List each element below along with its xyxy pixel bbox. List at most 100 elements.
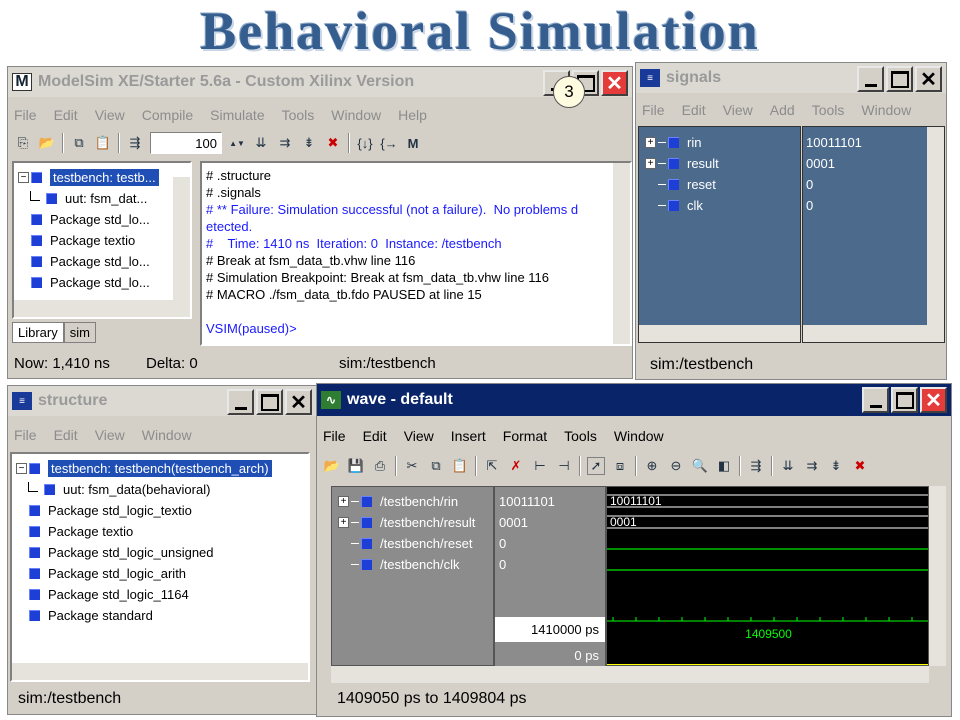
maximize-button[interactable] (256, 389, 283, 415)
menu-item-edit[interactable]: Edit (54, 107, 78, 123)
tab-library[interactable]: Library (12, 322, 64, 343)
run-length-icon[interactable]: ⇶ (747, 457, 765, 475)
wave-signal-row[interactable]: +/testbench/reset (338, 533, 493, 554)
tree-item[interactable]: Package std_logic_unsigned (16, 542, 308, 563)
signal-row[interactable]: + result (645, 153, 800, 174)
menu-item-compile[interactable]: Compile (142, 107, 193, 123)
structure-hscroll[interactable] (12, 663, 308, 680)
tree-item[interactable]: Package textio (16, 521, 308, 542)
signal-row[interactable]: +reset (645, 174, 800, 195)
wave-time-hscroll[interactable] (606, 666, 929, 683)
menu-item-format[interactable]: Format (503, 428, 547, 444)
close-button[interactable]: ✕ (601, 70, 628, 96)
collapse-icon[interactable]: − (16, 463, 27, 474)
close-button[interactable]: ✕ (915, 66, 942, 92)
signals-vscroll[interactable] (927, 127, 944, 325)
select-pointer-icon[interactable]: ➚ (587, 457, 605, 475)
menu-item-simulate[interactable]: Simulate (210, 107, 264, 123)
wave-signal-row[interactable]: + /testbench/rin (338, 491, 493, 512)
menu-item-view[interactable]: View (723, 102, 753, 118)
menu-item-edit[interactable]: Edit (363, 428, 387, 444)
cut-icon[interactable]: ✂ (403, 457, 421, 475)
menu-item-tools[interactable]: Tools (812, 102, 845, 118)
step-icon[interactable]: {↓} (356, 134, 374, 152)
break-icon[interactable]: ✖ (324, 134, 342, 152)
transcript-panel[interactable]: # .structure # .signals # ** Failure: Simu… (200, 161, 632, 346)
modelsim-titlebar[interactable]: M ModelSim XE/Starter 5.6a - Custom Xili… (8, 67, 632, 97)
run-all-icon[interactable]: ⇟ (827, 457, 845, 475)
menu-item-insert[interactable]: Insert (451, 428, 486, 444)
tree-item[interactable]: uut: fsm_data(behavioral) (16, 479, 308, 500)
prev-edge-icon[interactable]: ⊢ (531, 457, 549, 475)
tree-item[interactable]: Package std_lo... (18, 272, 190, 293)
expand-icon[interactable]: + (645, 158, 656, 169)
open-icon[interactable]: ⎘ (14, 134, 32, 152)
menu-item-window[interactable]: Window (331, 107, 381, 123)
menu-item-tools[interactable]: Tools (282, 107, 315, 123)
paste-icon[interactable]: 📋 (94, 134, 112, 152)
structure-titlebar[interactable]: ≡ structure ✕ (8, 386, 316, 416)
continue-icon[interactable]: ⇉ (276, 134, 294, 152)
transcript-vscroll[interactable] (613, 163, 630, 344)
tree-item[interactable]: − testbench: testb... (18, 167, 190, 188)
menu-item-edit[interactable]: Edit (682, 102, 706, 118)
wave-vscroll[interactable] (929, 486, 946, 666)
waveform-canvas[interactable]: 10011101 0001 1409500 (607, 487, 929, 666)
break-icon[interactable]: ✖ (851, 457, 869, 475)
tree-vscroll[interactable] (173, 177, 190, 300)
folder-icon[interactable]: 📂 (38, 134, 56, 152)
copy-icon[interactable]: ⧉ (70, 134, 88, 152)
copy-icon[interactable]: ⧉ (427, 457, 445, 475)
tree-item[interactable]: Package standard (16, 605, 308, 626)
menu-item-view[interactable]: View (95, 427, 125, 443)
add-cursor-icon[interactable]: ⇱ (483, 457, 501, 475)
menu-item-view[interactable]: View (404, 428, 434, 444)
menu-item-window[interactable]: Window (861, 102, 911, 118)
wave-titlebar[interactable]: ∿ wave - default ✕ (317, 384, 951, 416)
run-icon[interactable]: ⇊ (779, 457, 797, 475)
wave-signal-row[interactable]: +/testbench/clk (338, 554, 493, 575)
maximize-button[interactable] (886, 66, 913, 92)
run-all-icon[interactable]: ⇟ (300, 134, 318, 152)
menu-item-view[interactable]: View (95, 107, 125, 123)
signal-row[interactable]: + rin (645, 132, 800, 153)
zoom-out-icon[interactable]: ⊖ (667, 457, 685, 475)
step-over-icon[interactable]: {→ (380, 134, 398, 152)
tab-sim[interactable]: sim (63, 322, 96, 343)
run-length-icon[interactable]: ⇶ (126, 134, 144, 152)
menu-item-window[interactable]: Window (142, 427, 192, 443)
minimize-button[interactable] (857, 66, 884, 92)
expand-icon[interactable]: + (645, 137, 656, 148)
menu-item-tools[interactable]: Tools (564, 428, 597, 444)
save-icon[interactable]: 💾 (347, 457, 365, 475)
menu-item-file[interactable]: File (14, 107, 37, 123)
tree-item[interactable]: Package std_logic_arith (16, 563, 308, 584)
menu-item-file[interactable]: File (323, 428, 346, 444)
tree-item[interactable]: Package std_logic_1164 (16, 584, 308, 605)
menu-item-edit[interactable]: Edit (54, 427, 78, 443)
run-icon[interactable]: ⇊ (252, 134, 270, 152)
paste-icon[interactable]: 📋 (451, 457, 469, 475)
close-button[interactable]: ✕ (920, 387, 947, 413)
wave-signal-row[interactable]: + /testbench/result (338, 512, 493, 533)
menu-item-file[interactable]: File (642, 102, 665, 118)
tree-item[interactable]: Package textio (18, 230, 190, 251)
tree-item[interactable]: uut: fsm_dat... (18, 188, 190, 209)
maximize-button[interactable] (891, 387, 918, 413)
next-edge-icon[interactable]: ⊣ (555, 457, 573, 475)
tree-hscroll[interactable] (14, 300, 190, 317)
menu-item-window[interactable]: Window (614, 428, 664, 444)
zoom-full-icon[interactable]: 🔍 (691, 457, 709, 475)
minimize-button[interactable] (227, 389, 254, 415)
expand-icon[interactable]: + (338, 517, 349, 528)
zoom-in-icon[interactable]: ⊕ (643, 457, 661, 475)
tree-item[interactable]: − testbench: testbench(testbench_arch) (16, 458, 308, 479)
signals-values-hscroll[interactable] (803, 325, 944, 342)
tree-item[interactable]: Package std_lo... (18, 251, 190, 272)
print-icon[interactable]: ⎙ (371, 457, 389, 475)
menu-item-file[interactable]: File (14, 427, 37, 443)
close-button[interactable]: ✕ (285, 389, 312, 415)
run-length-input[interactable]: 100 (150, 132, 222, 154)
wave-names-hscroll[interactable] (331, 666, 494, 683)
modelsim-m-icon[interactable]: M (404, 134, 422, 152)
